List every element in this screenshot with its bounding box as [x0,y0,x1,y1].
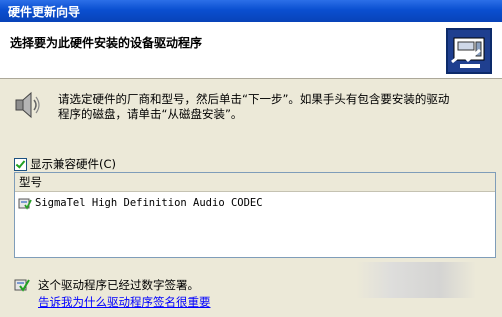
checkbox-box[interactable] [14,157,27,171]
show-compatible-hardware-checkbox[interactable]: 显示兼容硬件(C) [14,156,116,172]
instruction-text: 请选定硬件的厂商和型号，然后单击“下一步”。如果手头有包含要安装的驱动 程序的磁… [58,92,488,122]
signature-status-text: 这个驱动程序已经过数字签署。 [38,278,199,292]
signed-driver-icon [14,279,30,292]
window-title: 硬件更新向导 [8,5,81,19]
instruction-line-2: 程序的磁盘，请单击“从磁盘安装”。 [58,107,243,121]
list-item[interactable]: SigmaTel High Definition Audio CODEC [15,194,495,212]
watermark-blur [356,262,476,298]
list-item-label[interactable]: SigmaTel High Definition Audio CODEC [35,197,263,209]
driver-icon [18,198,32,210]
page-heading: 选择要为此硬件安装的设备驱动程序 [10,36,203,50]
model-listbox[interactable]: 型号 SigmaTel High Definition Audio CODEC [14,172,496,258]
title-bar[interactable]: 硬件更新向导 [0,0,502,22]
wizard-header: 选择要为此硬件安装的设备驱动程序 [0,22,502,79]
model-column-header[interactable]: 型号 [15,173,495,192]
checkbox-label[interactable]: 显示兼容硬件(C) [30,156,116,172]
instruction-line-1: 请选定硬件的厂商和型号，然后单击“下一步”。如果手头有包含要安装的驱动 [58,92,450,106]
hardware-wizard-icon [446,28,492,74]
speaker-icon [15,91,40,119]
why-signing-important-link[interactable]: 告诉我为什么驱动程序签名很重要 [38,294,211,310]
